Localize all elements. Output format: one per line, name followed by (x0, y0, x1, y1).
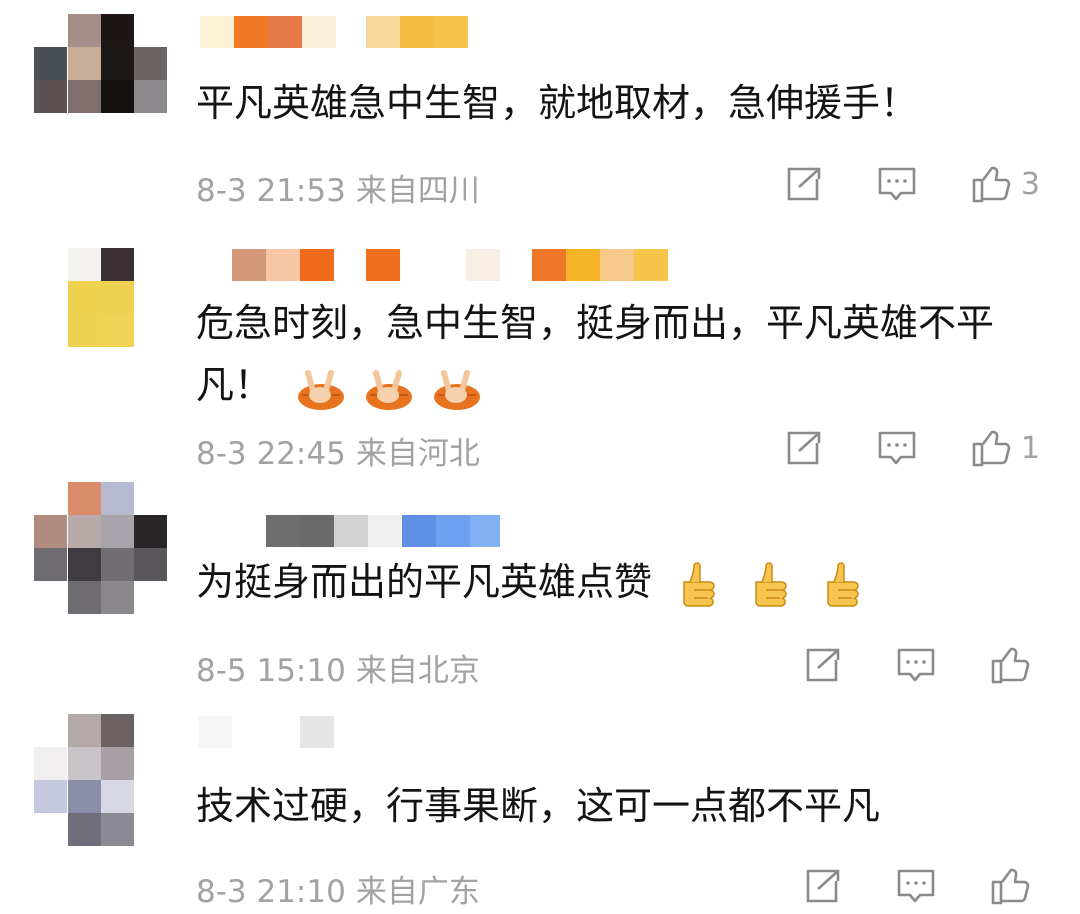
repost-button[interactable] (785, 431, 823, 465)
victory-hand-icon (296, 365, 346, 411)
like-button[interactable] (990, 866, 1040, 906)
thumbs-up-icon (972, 430, 1011, 467)
thumbs-up-icon (991, 868, 1030, 905)
thumbs-up-icon (820, 560, 860, 610)
thumbs-up-icon (972, 166, 1011, 203)
comment-location: 来自河北 (355, 436, 480, 472)
reply-button[interactable] (877, 166, 917, 202)
comment-location: 来自北京 (355, 653, 480, 689)
avatar[interactable] (34, 248, 164, 378)
like-button[interactable]: 1 (971, 428, 1040, 468)
victory-hand-icon (432, 365, 482, 411)
comment-actions: 3 (731, 164, 1040, 204)
username-redacted[interactable] (198, 249, 668, 281)
comment-date: 8-3 22:45 (196, 436, 346, 472)
comment-meta: 8-5 15:10 来自北京 (196, 645, 490, 690)
thumbs-up-icon (991, 647, 1030, 684)
comment-text: 平凡英雄急中生智，就地取材，急伸援手！ (196, 81, 919, 125)
username-redacted[interactable] (198, 716, 334, 748)
reply-button[interactable] (896, 647, 936, 683)
avatar[interactable] (34, 14, 167, 144)
comment-text-content: 为挺身而出的平凡英雄点赞 (196, 560, 653, 604)
comment-actions (750, 645, 1040, 685)
avatar[interactable] (34, 714, 164, 846)
repost-icon (806, 869, 840, 903)
thumbs-up-icon (676, 560, 716, 610)
repost-button[interactable] (785, 167, 823, 201)
comment-location: 来自四川 (355, 173, 480, 209)
avatar[interactable] (34, 482, 167, 614)
thumbs-up-icon (748, 560, 788, 610)
comment-actions: 1 (731, 428, 1040, 468)
comment-location: 来自广东 (355, 874, 480, 910)
comment-meta: 8-3 21:53 来自四川 (196, 165, 490, 210)
comment-date: 8-5 15:10 (196, 653, 346, 689)
repost-button[interactable] (804, 869, 842, 903)
like-button[interactable]: 3 (971, 164, 1040, 204)
username-redacted[interactable] (200, 16, 470, 48)
comment-meta: 8-3 21:10 来自广东 (196, 866, 490, 911)
victory-hand-icon (364, 365, 414, 411)
reply-button[interactable] (877, 430, 917, 466)
comment-date: 8-3 21:10 (196, 874, 346, 910)
reply-button[interactable] (896, 868, 936, 904)
repost-icon (787, 167, 821, 201)
comment-text: 为挺身而出的平凡英雄点赞 (196, 551, 1056, 613)
comment-text: 危急时刻，急中生智，挺身而出，平凡英雄不平凡！ (196, 292, 1056, 416)
comment-text: 技术过硬，行事果断，这可一点都不平凡 (196, 784, 881, 828)
comment-icon (878, 431, 916, 465)
like-count: 1 (1020, 430, 1040, 466)
comment-icon (878, 167, 916, 201)
repost-icon (787, 431, 821, 465)
comment-meta: 8-3 22:45 来自河北 (196, 428, 490, 473)
like-button[interactable] (990, 645, 1040, 685)
comment-actions (750, 866, 1040, 906)
repost-icon (806, 648, 840, 682)
repost-button[interactable] (804, 648, 842, 682)
comment-date: 8-3 21:53 (196, 173, 346, 209)
username-redacted[interactable] (266, 515, 500, 547)
like-count: 3 (1020, 166, 1040, 202)
comment-icon (897, 869, 935, 903)
comment-icon (897, 648, 935, 682)
